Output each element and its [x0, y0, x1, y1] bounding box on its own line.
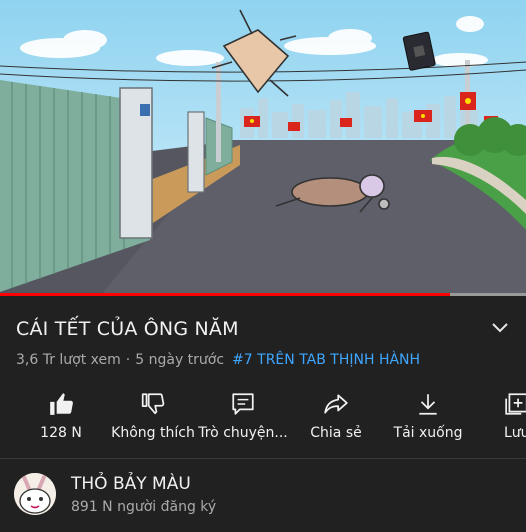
channel-avatar-icon	[14, 473, 56, 515]
chat-bubble-icon	[196, 390, 290, 418]
dislike-label: Không thích	[111, 425, 195, 441]
video-frame	[0, 0, 526, 296]
video-watch-page: CÁI TẾT CỦA ÔNG NĂM 3,6 Tr lượt xem · 5 ng…	[0, 0, 526, 532]
share-button[interactable]: Chia sẻ	[304, 390, 368, 441]
video-meta: 3,6 Tr lượt xem · 5 ngày trước #7 TRÊN TAB …	[16, 352, 420, 368]
like-count: 128 N	[40, 425, 82, 441]
thumbs-down-icon	[110, 390, 196, 418]
chat-button[interactable]: Trò chuyện...	[196, 390, 290, 441]
meta-separator: ·	[125, 352, 131, 368]
view-count: 3,6 Tr lượt xem	[16, 352, 121, 368]
download-arrow-icon	[390, 390, 466, 418]
save-label: Lưu	[504, 425, 526, 441]
share-label: Chia sẻ	[310, 425, 362, 441]
channel-row[interactable]: THỎ BẢY MÀU 891 N người đăng ký	[0, 459, 526, 532]
video-player[interactable]	[0, 0, 526, 296]
save-button[interactable]: Lưu	[504, 390, 526, 441]
channel-name[interactable]: THỎ BẢY MÀU	[71, 474, 191, 494]
avatar[interactable]	[14, 473, 56, 515]
download-button[interactable]: Tải xuống	[390, 390, 466, 441]
share-arrow-icon	[304, 390, 368, 418]
subscriber-count: 891 N người đăng ký	[71, 499, 217, 515]
chevron-down-icon[interactable]	[490, 320, 510, 336]
add-to-playlist-icon	[504, 390, 526, 418]
trending-link[interactable]: #7 TRÊN TAB THỊNH HÀNH	[232, 352, 420, 368]
chat-label: Trò chuyện...	[198, 425, 288, 441]
video-info-panel: CÁI TẾT CỦA ÔNG NĂM 3,6 Tr lượt xem · 5 ng…	[0, 296, 526, 460]
action-bar: 128 N Không thích Trò chuyện... Chia sẻ	[0, 390, 526, 450]
upload-age: 5 ngày trước	[135, 352, 225, 368]
video-title[interactable]: CÁI TẾT CỦA ÔNG NĂM	[16, 318, 239, 340]
download-label: Tải xuống	[393, 425, 463, 441]
like-button[interactable]: 128 N	[36, 390, 86, 441]
thumbs-up-icon	[36, 390, 86, 418]
dislike-button[interactable]: Không thích	[110, 390, 196, 441]
